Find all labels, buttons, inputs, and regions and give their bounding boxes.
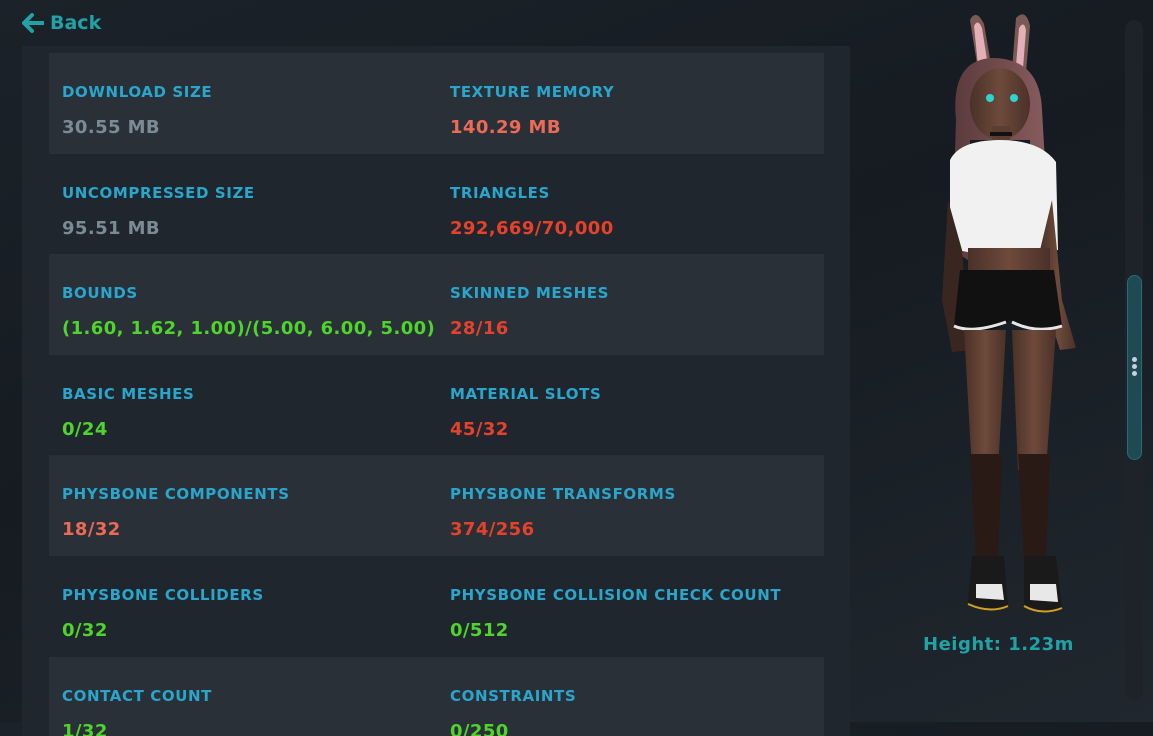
stat-label: MATERIAL SLOTS (450, 385, 602, 403)
stat-label: CONTACT COUNT (62, 687, 212, 705)
stat-label: PHYSBONE COLLIDERS (62, 586, 264, 604)
arrow-left-icon (22, 13, 44, 33)
stat-value: 1/32 (62, 721, 108, 736)
stats-row: BASIC MESHES 0/24 MATERIAL SLOTS 45/32 (49, 355, 824, 456)
stat-value: 0/32 (62, 620, 108, 641)
stat-label: CONSTRAINTS (450, 687, 577, 705)
back-label: Back (50, 12, 102, 34)
stat-label: PHYSBONE COLLISION CHECK COUNT (450, 586, 782, 604)
vertical-dots-icon (1132, 357, 1137, 378)
performance-stats-panel[interactable]: DOWNLOAD SIZE 30.55 MB TEXTURE MEMORY 14… (22, 46, 850, 736)
stat-value: 374/256 (450, 519, 535, 540)
stat-value: 140.29 MB (450, 117, 561, 138)
avatar-height: Height: 1.23m (923, 634, 1074, 655)
stat-value: 0/512 (450, 620, 509, 641)
stat-value: 0/24 (62, 419, 108, 440)
stat-label: PHYSBONE COMPONENTS (62, 485, 290, 503)
stats-row: DOWNLOAD SIZE 30.55 MB TEXTURE MEMORY 14… (49, 53, 824, 154)
stat-label: UNCOMPRESSED SIZE (62, 184, 255, 202)
stat-value: 0/250 (450, 721, 509, 736)
stats-row: PHYSBONE COLLIDERS 0/32 PHYSBONE COLLISI… (49, 556, 824, 657)
stat-label: TEXTURE MEMORY (450, 83, 615, 101)
stat-value: (1.60, 1.62, 1.00)/(5.00, 6.00, 5.00) (62, 318, 436, 339)
stat-label: DOWNLOAD SIZE (62, 83, 213, 101)
stat-value: 18/32 (62, 519, 121, 540)
stat-label: BOUNDS (62, 284, 138, 302)
stat-value: 30.55 MB (62, 117, 161, 138)
avatar-preview[interactable] (880, 0, 1120, 630)
stat-value: 292,669/70,000 (450, 218, 614, 239)
stat-label: SKINNED MESHES (450, 284, 610, 302)
stats-row: PHYSBONE COMPONENTS 18/32 PHYSBONE TRANS… (49, 455, 824, 556)
stats-row: UNCOMPRESSED SIZE 95.51 MB TRIANGLES 292… (49, 154, 824, 255)
stat-label: PHYSBONE TRANSFORMS (450, 485, 676, 503)
back-button[interactable]: Back (22, 10, 101, 36)
stat-value: 45/32 (450, 419, 509, 440)
stat-value: 28/16 (450, 318, 509, 339)
stat-label: BASIC MESHES (62, 385, 195, 403)
stats-row: BOUNDS (1.60, 1.62, 1.00)/(5.00, 6.00, 5… (49, 254, 824, 355)
stat-label: TRIANGLES (450, 184, 550, 202)
stats-row: CONTACT COUNT 1/32 CONSTRAINTS 0/250 (49, 657, 824, 736)
stat-value: 95.51 MB (62, 218, 161, 239)
